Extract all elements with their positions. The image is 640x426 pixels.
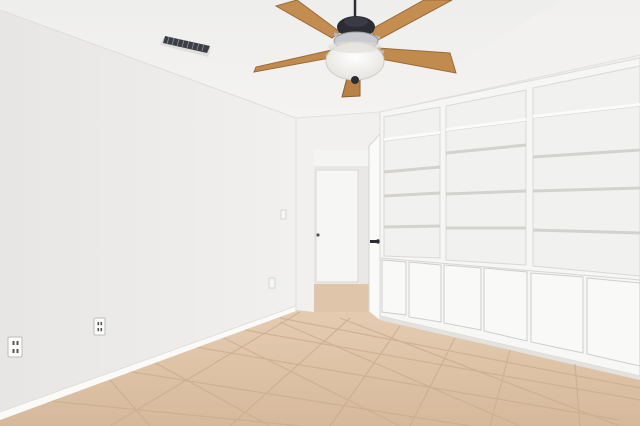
cabinet-door-4 (483, 267, 528, 342)
cabinet-door-2 (408, 261, 442, 323)
electrical-outlet-icon (93, 317, 106, 336)
room-photo (0, 0, 640, 426)
light-switch (280, 209, 287, 220)
hallway-wall (314, 150, 370, 166)
cabinet-door-1 (381, 259, 407, 316)
shelf-bay-2 (445, 89, 527, 266)
far-door-knob (316, 233, 320, 237)
cabinet-door-3 (443, 264, 482, 331)
cabinet-door-5 (530, 272, 584, 354)
room-svg (0, 0, 640, 426)
shelf-bay-3 (532, 65, 640, 277)
wall-outlet-small (268, 277, 276, 289)
electrical-outlet-icon (7, 336, 23, 358)
hallway-floor (314, 284, 370, 312)
open-door (368, 132, 381, 336)
cabinet-door-6 (586, 277, 640, 367)
far-door (315, 169, 359, 283)
shelf-bay-1 (383, 106, 441, 259)
